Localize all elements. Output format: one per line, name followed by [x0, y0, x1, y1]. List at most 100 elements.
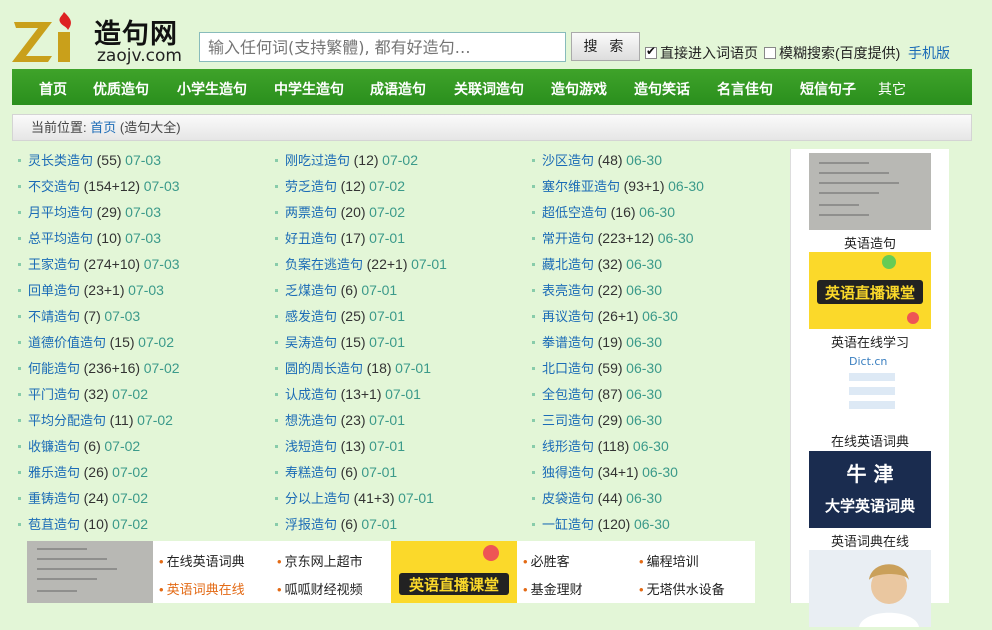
word-link[interactable]: 拳谱造句	[542, 335, 594, 350]
bullet-icon	[18, 367, 21, 370]
word-link[interactable]: 雅乐造句	[28, 465, 80, 480]
word-link[interactable]: 感发造句	[285, 309, 337, 324]
search-button[interactable]: 搜 索	[571, 32, 640, 61]
nav-item-quotes[interactable]: 名言佳句	[717, 79, 773, 99]
bottom-link[interactable]: • 英语词典在线	[159, 579, 245, 598]
word-link[interactable]: 回单造句	[28, 283, 80, 298]
word-link[interactable]: 沙区造句	[542, 153, 594, 168]
fuzzy-search-checkbox[interactable]	[764, 47, 776, 59]
bottom-link[interactable]: • 京东网上超市	[277, 551, 363, 570]
sentence-count: (22+1)	[366, 256, 408, 272]
word-link[interactable]: 不交造句	[28, 179, 80, 194]
word-link[interactable]: 月平均造句	[28, 205, 93, 220]
word-link[interactable]: 塞尔维亚造句	[542, 179, 620, 194]
ad-person[interactable]	[809, 550, 931, 630]
word-link[interactable]: 道德价值造句	[28, 335, 106, 350]
bullet-icon	[18, 393, 21, 396]
update-date: 07-03	[128, 282, 164, 298]
word-link[interactable]: 超低空造句	[542, 205, 607, 220]
word-entry: 藏北造句 (32) 06-30	[532, 251, 704, 277]
sentence-count: (12)	[353, 152, 379, 168]
nav-item-idiom[interactable]: 成语造句	[370, 79, 426, 99]
word-link[interactable]: 吴涛造句	[285, 335, 337, 350]
direct-entry-checkbox[interactable]	[645, 44, 657, 59]
ad-online-dictionary[interactable]: Dict.cn 在线英语词典	[809, 351, 931, 450]
bullet-icon	[18, 315, 21, 318]
nav-item-sms[interactable]: 短信句子	[800, 79, 856, 99]
nav-item-home[interactable]: 首页	[39, 79, 67, 99]
bottom-link[interactable]: • 必胜客	[523, 551, 570, 570]
bottom-link[interactable]: • 基金理财	[523, 579, 583, 598]
word-link[interactable]: 平门造句	[28, 387, 80, 402]
paper-thumbnail[interactable]	[27, 541, 153, 603]
word-link[interactable]: 线形造句	[542, 439, 594, 454]
bottom-link[interactable]: • 呱呱财经视频	[277, 579, 363, 598]
search-input[interactable]	[199, 32, 566, 62]
word-link[interactable]: 浮报造句	[285, 517, 337, 532]
nav-item-joke[interactable]: 造句笑话	[634, 79, 690, 99]
update-date: 07-01	[411, 256, 447, 272]
nav-item-game[interactable]: 造句游戏	[551, 79, 607, 99]
word-link[interactable]: 劳乏造句	[285, 179, 337, 194]
update-date: 07-03	[143, 178, 180, 194]
word-link[interactable]: 好丑造句	[285, 231, 337, 246]
nav-item-primary[interactable]: 小学生造句	[177, 79, 247, 99]
word-link[interactable]: 想洗造句	[285, 413, 337, 428]
word-link[interactable]: 一缸造句	[542, 517, 594, 532]
word-link[interactable]: 乏煤造句	[285, 283, 337, 298]
sentence-count: (13)	[340, 438, 366, 454]
nav-item-middle[interactable]: 中学生造句	[274, 79, 344, 99]
bottom-link[interactable]: • 在线英语词典	[159, 551, 245, 570]
word-link[interactable]: 王家造句	[28, 257, 80, 272]
word-link[interactable]: 灵长类造句	[28, 153, 93, 168]
breadcrumb-home[interactable]: 首页	[90, 120, 116, 135]
word-link[interactable]: 何能造句	[28, 361, 80, 376]
mobile-version-link[interactable]: 手机版	[908, 43, 950, 63]
word-entry: 三司造句 (29) 06-30	[532, 407, 704, 433]
word-link[interactable]: 常开造句	[542, 231, 594, 246]
word-link[interactable]: 平均分配造句	[28, 413, 106, 428]
word-link[interactable]: 负案在逃造句	[285, 257, 363, 272]
live-class-banner[interactable]: 英语直播课堂	[391, 541, 517, 603]
update-date: 07-01	[361, 282, 398, 298]
word-link[interactable]: 再议造句	[542, 309, 594, 324]
word-link[interactable]: 圆的周长造句	[285, 361, 363, 376]
word-link[interactable]: 皮袋造句	[542, 491, 594, 506]
ad-english-online[interactable]: 英语直播课堂 英语在线学习	[809, 252, 931, 351]
svg-text:英语直播课堂: 英语直播课堂	[825, 284, 915, 302]
word-link[interactable]: 刚吃过造句	[285, 153, 350, 168]
word-link[interactable]: 收镰造句	[28, 439, 80, 454]
sentence-count: (23)	[340, 412, 366, 428]
word-link[interactable]: 两票造句	[285, 205, 337, 220]
word-link[interactable]: 浅短造句	[285, 439, 337, 454]
ad-english-dictionary-online[interactable]: 牛 津 大学英语词典 英语词典在线	[809, 451, 931, 550]
update-date: 07-02	[382, 152, 418, 168]
word-link[interactable]: 北口造句	[542, 361, 594, 376]
nav-item-conjunction[interactable]: 关联词造句	[454, 79, 524, 99]
sentence-count: (32)	[597, 256, 623, 272]
word-link[interactable]: 总平均造句	[28, 231, 93, 246]
word-link[interactable]: 重铸造句	[28, 491, 80, 506]
word-link[interactable]: 苞苴造句	[28, 517, 80, 532]
sidebar-ads: 英语造句 英语直播课堂 英语在线学习 Dict.cn 在线英语词典 牛 津 大学…	[790, 149, 949, 627]
ad-english-sentences[interactable]: 英语造句	[809, 153, 931, 252]
bullet-icon	[18, 185, 21, 188]
word-link[interactable]: 藏北造句	[542, 257, 594, 272]
word-link[interactable]: 认成造句	[285, 387, 337, 402]
word-link[interactable]: 表亮造句	[542, 283, 594, 298]
word-link[interactable]: 独得造句	[542, 465, 594, 480]
logo-domain: zaojv.com	[97, 46, 182, 66]
word-entry: 灵长类造句 (55) 07-03	[18, 147, 180, 173]
word-link[interactable]: 分以上造句	[285, 491, 350, 506]
word-link[interactable]: 三司造句	[542, 413, 594, 428]
bottom-link[interactable]: • 编程培训	[639, 551, 699, 570]
fuzzy-search-option[interactable]: 模糊搜索(百度提供)	[764, 43, 900, 63]
bottom-link[interactable]: • 无塔供水设备	[639, 579, 725, 598]
direct-entry-option[interactable]: 直接进入词语页	[645, 43, 758, 63]
site-logo[interactable]: 造句网 zaojv.com	[12, 6, 192, 66]
word-link[interactable]: 全包造句	[542, 387, 594, 402]
word-link[interactable]: 寿糕造句	[285, 465, 337, 480]
nav-item-other[interactable]: 其它	[878, 79, 906, 99]
word-link[interactable]: 不靖造句	[28, 309, 80, 324]
nav-item-quality[interactable]: 优质造句	[93, 79, 149, 99]
